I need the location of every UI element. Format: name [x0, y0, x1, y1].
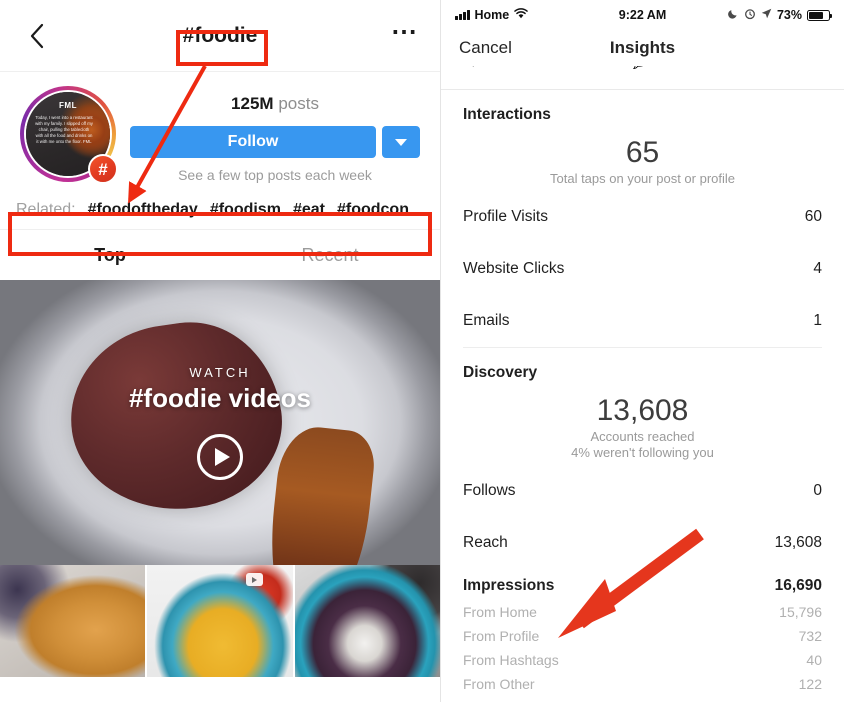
stat-value: 1 — [813, 312, 822, 329]
discovery-total: 13,608 — [596, 394, 689, 427]
stat-value: 13,608 — [774, 534, 822, 551]
ios-status-bar: Home 9:22 AM 73% — [441, 0, 844, 30]
comments-stat[interactable]: 💬 — [585, 66, 701, 70]
discovery-caption-2: 4% weren't following you — [571, 445, 714, 460]
location-arrow-icon — [761, 8, 772, 22]
hashtag-header: FML Today, I went into a restaurant with… — [0, 72, 440, 193]
battery-icon — [807, 9, 833, 21]
clipped-engagement-inner: ♥ 💬 ➤ — [441, 66, 844, 70]
follow-button[interactable]: Follow — [130, 126, 376, 158]
stat-label: Profile Visits — [463, 208, 548, 225]
breakdown-value: 15,796 — [779, 604, 822, 620]
hashtag-meta: 125M posts Follow See a few top posts ea… — [116, 86, 420, 183]
stat-label: Emails — [463, 312, 510, 329]
related-tag-3[interactable]: #foodcon — [337, 201, 409, 219]
stat-row-profile-visits: Profile Visits 60 — [463, 191, 822, 243]
instagram-hashtag-page: #foodie ⋯ FML Today, I went into a resta… — [0, 0, 440, 702]
stat-label: Website Clicks — [463, 260, 565, 277]
battery-percent: 73% — [776, 8, 802, 22]
likes-stat[interactable]: ♥ — [469, 66, 585, 70]
related-hashtags-bar[interactable]: Related: #foodoftheday #foodism #eat #fo… — [0, 193, 440, 230]
related-tag-2[interactable]: #eat — [293, 201, 325, 219]
related-tag-1[interactable]: #foodism — [210, 201, 281, 219]
tab-top[interactable]: Top — [0, 230, 220, 280]
screenshot-root: #foodie ⋯ FML Today, I went into a resta… — [0, 0, 844, 702]
insights-body: Interactions 65 Total taps on your post … — [441, 90, 844, 696]
tab-recent[interactable]: Recent — [220, 230, 440, 280]
hero-overlay: WATCH #foodie videos — [0, 280, 440, 565]
stat-value: 60 — [804, 208, 822, 225]
stat-value: 4 — [813, 260, 822, 277]
avatar-label: FML — [59, 101, 77, 110]
comment-icon: 💬 — [631, 66, 648, 70]
stat-row-follows: Follows 0 — [463, 465, 822, 517]
impressions-block: Impressions 16,690 From Home 15,796 From… — [463, 569, 822, 696]
impressions-row: Impressions 16,690 — [463, 577, 822, 595]
share-icon: ➤ — [798, 66, 810, 70]
section-title-interactions: Interactions — [463, 106, 551, 123]
back-button[interactable] — [22, 21, 52, 51]
discovery-caption-1: Accounts reached — [590, 429, 695, 444]
clipped-engagement-row: ♥ 💬 ➤ — [441, 66, 844, 90]
interactions-summary: 65 Total taps on your post or profile — [463, 126, 822, 191]
impressions-from-home: From Home 15,796 — [463, 600, 822, 624]
breakdown-label: From Profile — [463, 628, 540, 644]
stat-label: Reach — [463, 534, 508, 551]
page-title: #foodie — [182, 23, 258, 47]
hashtag-navbar: #foodie ⋯ — [0, 0, 440, 72]
breakdown-label: From Hashtags — [463, 652, 559, 668]
thumbnail-2[interactable] — [294, 565, 440, 677]
hashtag-badge-icon: # — [88, 154, 118, 184]
interactions-caption: Total taps on your post or profile — [550, 171, 735, 186]
post-thumbnail-grid — [0, 565, 440, 677]
related-label: Related: — [16, 201, 76, 218]
post-tabs: Top Recent — [0, 230, 440, 280]
breakdown-label: From Home — [463, 604, 537, 620]
stat-row-emails: Emails 1 — [463, 295, 822, 347]
insights-navbar: Cancel Insights — [441, 30, 844, 66]
instagram-insights-page: Home 9:22 AM 73% Cancel Insights Interac… — [440, 0, 844, 702]
watch-title: #foodie videos — [128, 383, 312, 413]
avatar[interactable]: FML Today, I went into a restaurant with… — [20, 86, 118, 184]
follow-options-button[interactable] — [382, 126, 420, 158]
related-tag-0[interactable]: #foodoftheday — [88, 201, 198, 219]
impressions-from-other: From Other 122 — [463, 672, 822, 696]
follow-subtext: See a few top posts each week — [178, 167, 372, 183]
stat-row-website-clicks: Website Clicks 4 — [463, 243, 822, 295]
play-triangle — [214, 448, 230, 466]
breakdown-value: 732 — [798, 628, 822, 644]
interactions-total: 65 — [625, 136, 660, 169]
status-right: 73% — [728, 8, 833, 23]
avatar-caption: Today, I went into a restaurant with my … — [35, 115, 93, 144]
alarm-clock-icon — [744, 8, 756, 23]
stat-row-reach: Reach 13,608 — [463, 517, 822, 569]
thumbnail-1[interactable] — [147, 565, 293, 677]
posts-count: 125M — [231, 94, 274, 113]
video-icon — [245, 573, 263, 586]
hero-video-card[interactable]: WATCH #foodie videos — [0, 280, 440, 565]
stat-value: 0 — [813, 482, 822, 499]
breakdown-label: From Other — [463, 676, 535, 692]
stat-label: Follows — [463, 482, 516, 499]
moon-icon — [728, 8, 739, 22]
breakdown-value: 122 — [798, 676, 822, 692]
chevron-down-icon — [395, 138, 407, 146]
section-title-discovery: Discovery — [463, 364, 538, 381]
impressions-label: Impressions — [463, 577, 555, 594]
impressions-value: 16,690 — [774, 577, 822, 594]
discovery-summary: 13,608 Accounts reached 4% weren't follo… — [463, 384, 822, 465]
impressions-from-profile: From Profile 732 — [463, 624, 822, 648]
heart-icon: ♥ — [469, 66, 477, 70]
thumbnail-0[interactable] — [0, 565, 146, 677]
cancel-button[interactable]: Cancel — [459, 38, 512, 58]
shares-stat[interactable]: ➤ — [700, 66, 816, 70]
posts-label: posts — [278, 94, 319, 113]
breakdown-value: 40 — [806, 652, 822, 668]
posts-count-line: 125M posts — [130, 94, 420, 114]
play-icon[interactable] — [197, 434, 243, 480]
ellipsis-icon[interactable]: ⋯ — [391, 18, 418, 46]
follow-row: Follow — [130, 126, 420, 158]
impressions-from-hashtags: From Hashtags 40 — [463, 648, 822, 672]
watch-label: WATCH — [189, 365, 251, 380]
